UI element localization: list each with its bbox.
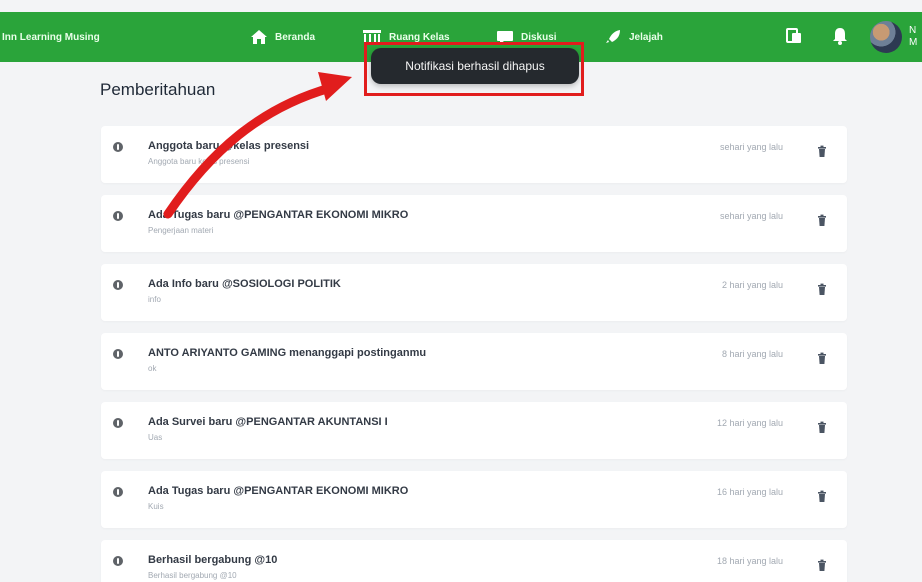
app-frame: Inn Learning Musing Beranda Ruang Kelas [0, 0, 922, 582]
nav-ruang-kelas-label: Ruang Kelas [389, 31, 450, 43]
info-icon [113, 280, 123, 290]
nav-jelajah[interactable]: Jelajah [604, 29, 663, 45]
notification-time: sehari yang lalu [719, 211, 783, 221]
user-avatar[interactable] [870, 21, 902, 53]
notification-subtitle: ok [148, 364, 157, 373]
notification-title: Ada Survei baru @PENGANTAR AKUNTANSI I [148, 416, 388, 428]
nav-beranda[interactable]: Beranda [250, 29, 315, 45]
home-icon [251, 30, 267, 44]
notification-time: 16 hari yang lalu [716, 487, 783, 497]
notification-title: ANTO ARIYANTO GAMING menanggapi postinga… [148, 347, 427, 359]
copy-button[interactable] [784, 26, 804, 51]
notification-row[interactable]: Ada Tugas baru @PENGANTAR EKONOMI MIKRO … [101, 471, 847, 528]
trash-icon [818, 283, 826, 295]
delete-button[interactable] [817, 489, 827, 507]
delete-button[interactable] [817, 213, 827, 231]
info-icon [113, 556, 123, 566]
info-icon [113, 487, 123, 497]
notification-row[interactable]: Ada Tugas baru @PENGANTAR EKONOMI MIKRO … [101, 195, 847, 252]
trash-icon [818, 352, 826, 364]
delete-button[interactable] [817, 558, 827, 576]
copy-icon [786, 28, 801, 43]
notification-time: 12 hari yang lalu [716, 418, 783, 428]
notification-row[interactable]: ANTO ARIYANTO GAMING menanggapi postinga… [101, 333, 847, 390]
info-icon [113, 211, 123, 221]
nav-beranda-label: Beranda [275, 31, 316, 43]
notification-row[interactable]: Anggota baru @kelas presensi Anggota bar… [101, 126, 847, 183]
notification-row[interactable]: Ada Survei baru @PENGANTAR AKUNTANSI I U… [101, 402, 847, 459]
trash-icon [818, 559, 826, 571]
nav-diskusi-label: Diskusi [521, 31, 557, 43]
notification-subtitle: Kuis [148, 502, 164, 511]
notification-subtitle: Pengerjaan materi [148, 226, 214, 235]
delete-button[interactable] [817, 144, 827, 162]
notification-title: Berhasil bergabung @10 [148, 554, 278, 566]
notification-time: 18 hari yang lalu [716, 556, 783, 566]
nav-jelajah-label: Jelajah [629, 31, 663, 43]
page-title: Pemberitahuan [100, 80, 216, 99]
notification-title: Anggota baru @kelas presensi [148, 140, 310, 152]
notification-subtitle: Anggota baru kelas presensi [148, 157, 250, 166]
annotation-highlight-box [364, 42, 584, 96]
trash-icon [818, 214, 826, 226]
notification-bell-button[interactable] [831, 26, 849, 51]
notification-title: Ada Tugas baru @PENGANTAR EKONOMI MIKRO [148, 209, 409, 221]
notification-title: Ada Tugas baru @PENGANTAR EKONOMI MIKRO [148, 485, 409, 497]
delete-button[interactable] [817, 351, 827, 369]
trash-icon [818, 145, 826, 157]
trash-icon [818, 490, 826, 502]
trash-icon [818, 421, 826, 433]
notification-subtitle: Berhasil bergabung @10 [148, 571, 237, 580]
notification-subtitle: Uas [148, 433, 163, 442]
rocket-icon [606, 30, 620, 43]
delete-button[interactable] [817, 282, 827, 300]
brand-name[interactable]: Inn Learning Musing [2, 32, 100, 43]
notification-time: 2 hari yang lalu [721, 280, 783, 290]
notification-time: 8 hari yang lalu [721, 349, 783, 359]
bell-icon [833, 28, 847, 45]
info-icon [113, 349, 123, 359]
delete-button[interactable] [817, 420, 827, 438]
info-icon [113, 142, 123, 152]
info-icon [113, 418, 123, 428]
notification-row[interactable]: Ada Info baru @SOSIOLOGI POLITIK info 2 … [101, 264, 847, 321]
notification-list: Anggota baru @kelas presensi Anggota bar… [101, 126, 847, 582]
notification-row[interactable]: Berhasil bergabung @10 Berhasil bergabun… [101, 540, 847, 582]
notification-subtitle: info [148, 295, 161, 304]
user-name[interactable]: N M [909, 25, 917, 49]
notification-title: Ada Info baru @SOSIOLOGI POLITIK [148, 278, 341, 290]
notification-time: sehari yang lalu [719, 142, 783, 152]
